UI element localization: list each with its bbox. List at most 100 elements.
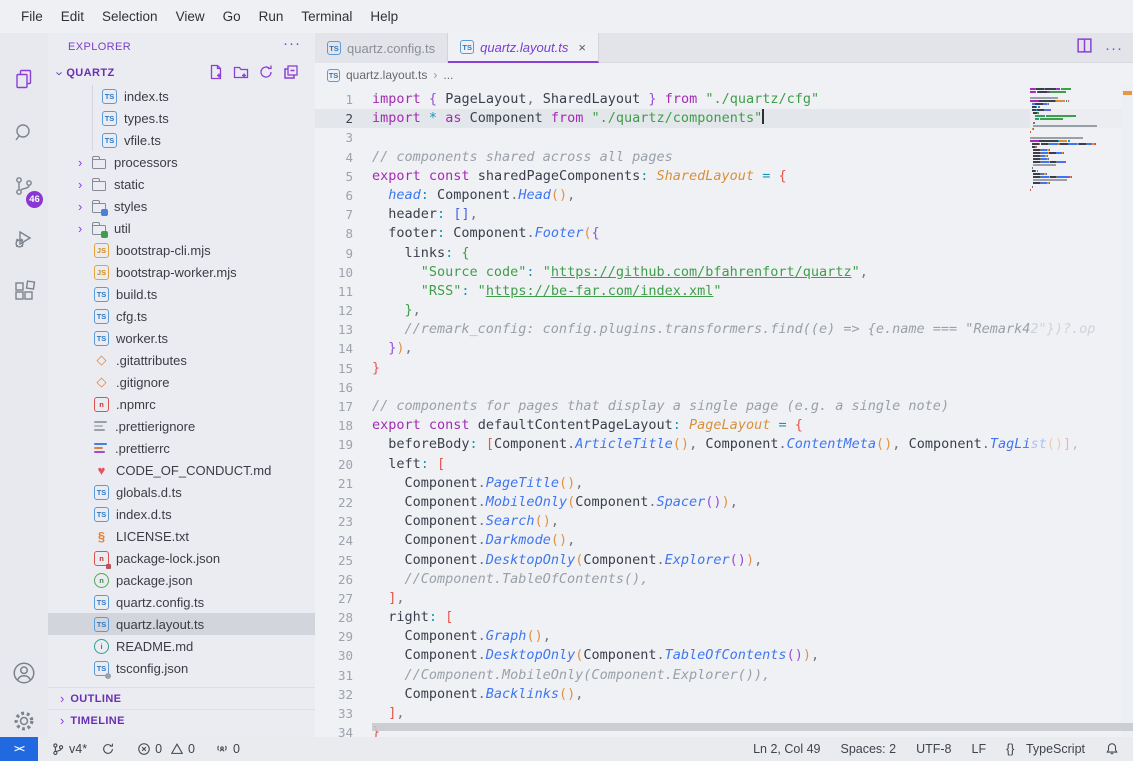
tab-quartz-layout[interactable]: TS quartz.layout.ts × <box>448 33 599 63</box>
code-line-31[interactable]: 31//Component.MobileOnly(Component.Explo… <box>315 666 1133 685</box>
code-line-8[interactable]: 8footer: Component.Footer({ <box>315 224 1133 243</box>
code-line-25[interactable]: 25Component.DesktopOnly(Component.Explor… <box>315 551 1133 570</box>
tree-item-util[interactable]: ›util <box>48 217 315 239</box>
tree-item-static[interactable]: ›static <box>48 173 315 195</box>
explorer-icon[interactable] <box>0 59 48 99</box>
code-line-32[interactable]: 32Component.Backlinks(), <box>315 685 1133 704</box>
tree-item-processors[interactable]: ›processors <box>48 151 315 173</box>
code-line-3[interactable]: 3 <box>315 128 1133 147</box>
collapse-all-icon[interactable] <box>283 64 299 85</box>
tree-item-index.d.ts[interactable]: TSindex.d.ts <box>48 503 315 525</box>
broadcast-item[interactable]: 0 <box>208 737 247 761</box>
indentation[interactable]: Spaces: 2 <box>830 737 906 761</box>
tree-item-package-lock.json[interactable]: npackage-lock.json <box>48 547 315 569</box>
extensions-icon[interactable] <box>0 271 48 311</box>
code-line-23[interactable]: 23Component.Search(), <box>315 512 1133 531</box>
tree-item-globals.d.ts[interactable]: TSglobals.d.ts <box>48 481 315 503</box>
code-line-1[interactable]: 1import { PageLayout, SharedLayout } fro… <box>315 90 1133 109</box>
settings-gear-icon[interactable] <box>0 701 48 741</box>
code-line-19[interactable]: 19beforeBody: [Component.ArticleTitle(),… <box>315 435 1133 454</box>
menu-edit[interactable]: Edit <box>52 5 93 28</box>
menu-view[interactable]: View <box>167 5 214 28</box>
split-editor-icon[interactable] <box>1076 37 1093 59</box>
tree-item-CODE_OF_CONDUCT.md[interactable]: ♥CODE_OF_CONDUCT.md <box>48 459 315 481</box>
code-line-22[interactable]: 22Component.MobileOnly(Component.Spacer(… <box>315 493 1133 512</box>
account-icon[interactable] <box>0 653 48 693</box>
menu-help[interactable]: Help <box>361 5 407 28</box>
code-line-20[interactable]: 20left: [ <box>315 455 1133 474</box>
code-line-17[interactable]: 17// components for pages that display a… <box>315 397 1133 416</box>
code-line-14[interactable]: 14}), <box>315 339 1133 358</box>
menu-file[interactable]: File <box>12 5 52 28</box>
breadcrumb-symbol[interactable]: ... <box>443 68 453 82</box>
code-line-27[interactable]: 27], <box>315 589 1133 608</box>
tree-item-cfg.ts[interactable]: TScfg.ts <box>48 305 315 327</box>
source-control-icon[interactable]: 46 <box>0 166 48 206</box>
code-line-33[interactable]: 33], <box>315 704 1133 723</box>
tree-item-bootstrap-cli.mjs[interactable]: JSbootstrap-cli.mjs <box>48 239 315 261</box>
notifications-bell-icon[interactable] <box>1095 737 1133 761</box>
code-line-11[interactable]: 11"RSS": "https://be-far.com/index.xml" <box>315 282 1133 301</box>
code-line-4[interactable]: 4// components shared across all pages <box>315 148 1133 167</box>
breadcrumb-file[interactable]: quartz.layout.ts <box>346 68 427 82</box>
tree-item-styles[interactable]: ›styles <box>48 195 315 217</box>
code-line-6[interactable]: 6head: Component.Head(), <box>315 186 1133 205</box>
tree-item-worker.ts[interactable]: TSworker.ts <box>48 327 315 349</box>
new-file-icon[interactable] <box>208 64 224 85</box>
tree-item-.prettierignore[interactable]: .prettierignore <box>48 415 315 437</box>
code-line-16[interactable]: 16 <box>315 378 1133 397</box>
menu-go[interactable]: Go <box>214 5 250 28</box>
problems-item[interactable]: 0 0 <box>130 737 202 761</box>
search-icon[interactable] <box>0 113 48 153</box>
tab-quartz-config[interactable]: TS quartz.config.ts <box>315 33 448 63</box>
cursor-position[interactable]: Ln 2, Col 49 <box>743 737 830 761</box>
code-line-28[interactable]: 28right: [ <box>315 608 1133 627</box>
language-mode[interactable]: {} TypeScript <box>996 737 1095 761</box>
outline-section[interactable]: › OUTLINE <box>48 687 315 709</box>
run-debug-icon[interactable] <box>0 219 48 259</box>
tree-item-types.ts[interactable]: TStypes.ts <box>48 107 315 129</box>
tree-item-bootstrap-worker.mjs[interactable]: JSbootstrap-worker.mjs <box>48 261 315 283</box>
tree-item-LICENSE.txt[interactable]: §LICENSE.txt <box>48 525 315 547</box>
new-folder-icon[interactable] <box>233 64 249 85</box>
eol-sequence[interactable]: LF <box>962 737 997 761</box>
code-line-30[interactable]: 30Component.DesktopOnly(Component.TableO… <box>315 646 1133 665</box>
git-branch-item[interactable]: v4* <box>44 737 94 761</box>
sync-item[interactable] <box>94 737 122 761</box>
code-line-29[interactable]: 29Component.Graph(), <box>315 627 1133 646</box>
tree-item-.gitignore[interactable]: ◇.gitignore <box>48 371 315 393</box>
remote-indicator[interactable]: >< <box>0 737 38 761</box>
tree-item-.gitattributes[interactable]: ◇.gitattributes <box>48 349 315 371</box>
tree-item-index.ts[interactable]: TSindex.ts <box>48 85 315 107</box>
horizontal-scrollbar[interactable] <box>372 723 1133 731</box>
code-line-7[interactable]: 7header: [], <box>315 205 1133 224</box>
sidebar-more-actions-icon[interactable]: ··· <box>283 35 301 52</box>
tree-item-.prettierrc[interactable]: .prettierrc <box>48 437 315 459</box>
menu-terminal[interactable]: Terminal <box>292 5 361 28</box>
code-line-12[interactable]: 12}, <box>315 301 1133 320</box>
menu-run[interactable]: Run <box>250 5 293 28</box>
code-line-5[interactable]: 5export const sharedPageComponents: Shar… <box>315 167 1133 186</box>
code-line-18[interactable]: 18export const defaultContentPageLayout:… <box>315 416 1133 435</box>
minimap[interactable] <box>1030 88 1122 192</box>
tree-item-build.ts[interactable]: TSbuild.ts <box>48 283 315 305</box>
tree-item-quartz.config.ts[interactable]: TSquartz.config.ts <box>48 591 315 613</box>
code-line-15[interactable]: 15} <box>315 359 1133 378</box>
code-line-13[interactable]: 13//remark_config: config.plugins.transf… <box>315 320 1133 339</box>
editor-more-actions-icon[interactable]: ··· <box>1105 40 1123 57</box>
code-line-21[interactable]: 21Component.PageTitle(), <box>315 474 1133 493</box>
tree-item-tsconfig.json[interactable]: TStsconfig.json <box>48 657 315 679</box>
encoding[interactable]: UTF-8 <box>906 737 961 761</box>
code-area[interactable]: 1import { PageLayout, SharedLayout } fro… <box>315 86 1133 737</box>
code-line-24[interactable]: 24Component.Darkmode(), <box>315 531 1133 550</box>
tree-item-package.json[interactable]: npackage.json <box>48 569 315 591</box>
menu-selection[interactable]: Selection <box>93 5 167 28</box>
tree-item-vfile.ts[interactable]: TSvfile.ts <box>48 129 315 151</box>
tree-item-quartz.layout.ts[interactable]: TSquartz.layout.ts <box>48 613 315 635</box>
close-icon[interactable]: × <box>578 40 586 55</box>
code-line-26[interactable]: 26//Component.TableOfContents(), <box>315 570 1133 589</box>
refresh-icon[interactable] <box>258 64 274 85</box>
code-line-2[interactable]: 2import * as Component from "./quartz/co… <box>315 109 1133 128</box>
timeline-section[interactable]: › TIMELINE <box>48 709 315 731</box>
code-line-9[interactable]: 9links: { <box>315 244 1133 263</box>
